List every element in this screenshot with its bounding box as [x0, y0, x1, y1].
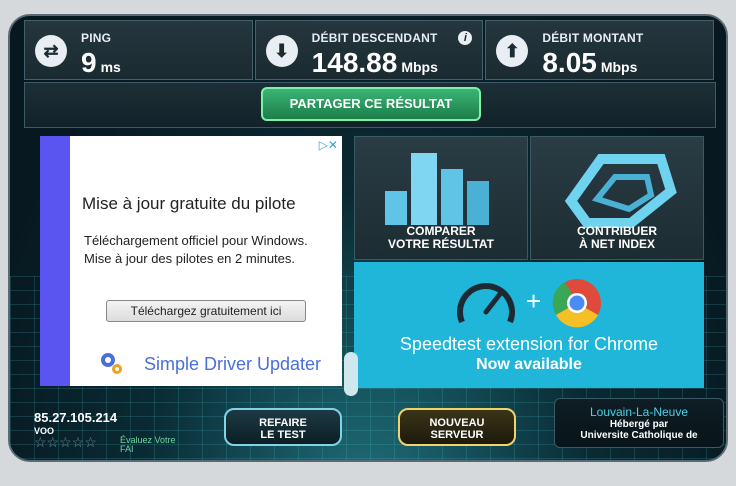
speedtest-panel: ⇄ PING 9 ms ⬇ DÉBIT DESCENDANT 148.88 Mbps… — [8, 14, 728, 462]
plus-icon: + — [526, 286, 542, 316]
newserver-line1: NOUVEAU — [429, 417, 485, 429]
ping-unit: ms — [100, 59, 121, 75]
upload-number: 8.05 — [542, 47, 597, 78]
bottom-bar: 85.27.105.214 VOO ☆☆☆☆☆ Évaluez Votre FA… — [24, 398, 724, 454]
bar-chart-icon — [385, 153, 489, 225]
contribute-tile[interactable]: CONTRIBUER À NET INDEX — [530, 136, 704, 260]
share-row: PARTAGER CE RÉSULTAT — [24, 82, 716, 128]
chrome-extension-banner[interactable]: + Speedtest extension for Chrome Now ava… — [354, 262, 704, 388]
gears-icon — [101, 353, 122, 374]
upload-value: 8.05 Mbps — [542, 47, 637, 79]
upload-result: ⬆ DÉBIT MONTANT 8.05 Mbps — [485, 20, 715, 80]
contribute-line2: À NET INDEX — [578, 237, 655, 251]
new-server-button[interactable]: NOUVEAU SERVEUR — [398, 408, 516, 446]
download-arrow-icon: ⬇ — [265, 35, 298, 67]
info-icon[interactable]: i — [458, 31, 473, 45]
rate-isp-link[interactable]: Évaluez Votre FAI — [120, 436, 176, 454]
ad-desc-line1: Téléchargement officiel pour Windows. — [84, 233, 308, 248]
ad-brand: Simple Driver Updater — [144, 354, 322, 374]
download-number: 148.88 — [311, 47, 398, 78]
ad-side-bar — [40, 136, 70, 386]
server-info: Louvain-La-Neuve Hébergé par Universite … — [554, 398, 724, 448]
download-result: ⬇ DÉBIT DESCENDANT 148.88 Mbps i — [254, 20, 484, 80]
ping-value: 9 ms — [81, 47, 121, 79]
retest-line2: LE TEST — [260, 429, 306, 441]
ping-number: 9 — [81, 47, 97, 78]
upload-unit: Mbps — [600, 59, 638, 75]
download-label: DÉBIT DESCENDANT — [311, 31, 438, 45]
download-value: 148.88 Mbps — [312, 47, 438, 79]
ad-desc-line2: Mise à jour des pilotes en 2 minutes. — [84, 251, 295, 266]
chrome-banner-subtitle: Now available — [476, 356, 582, 373]
contribute-label: CONTRIBUER À NET INDEX — [531, 225, 703, 251]
retest-button[interactable]: REFAIRE LE TEST — [224, 408, 342, 446]
retest-line1: REFAIRE — [259, 417, 307, 429]
newserver-line2: SERVEUR — [430, 429, 484, 441]
host-line1: Hébergé par — [609, 419, 669, 430]
ping-label: PING — [81, 31, 112, 45]
chrome-icon — [552, 279, 601, 328]
location-pin-icon — [344, 352, 358, 396]
server-host: Hébergé par Universite Catholique de — [555, 419, 723, 441]
ping-result: ⇄ PING 9 ms — [24, 20, 253, 80]
ad-description: Téléchargement officiel pour Windows. Mi… — [84, 232, 340, 268]
speedometer-icon — [457, 283, 515, 324]
host-line2: Universite Catholique de — [580, 430, 698, 441]
ad-download-button[interactable]: Téléchargez gratuitement ici — [106, 300, 306, 322]
results-bar: ⇄ PING 9 ms ⬇ DÉBIT DESCENDANT 148.88 Mbps… — [24, 20, 716, 80]
ip-address: 85.27.105.214 — [34, 410, 118, 425]
compare-line2: VOTRE RÉSULTAT — [388, 237, 494, 251]
ad-title[interactable]: Mise à jour gratuite du pilote — [82, 194, 338, 214]
compare-tile[interactable]: COMPARER VOTRE RÉSULTAT — [354, 136, 528, 260]
chrome-banner-title: Speedtest extension for Chrome — [399, 334, 659, 354]
net-index-icon — [564, 154, 677, 228]
ping-arrows-icon: ⇄ — [35, 35, 67, 67]
upload-arrow-icon: ⬆ — [496, 35, 529, 67]
rate-line2: FAI — [120, 444, 134, 454]
download-unit: Mbps — [401, 59, 438, 75]
isp-rating-stars[interactable]: ☆☆☆☆☆ — [34, 434, 97, 451]
share-result-button[interactable]: PARTAGER CE RÉSULTAT — [261, 87, 481, 121]
upload-label: DÉBIT MONTANT — [542, 31, 644, 45]
server-location: Louvain-La-Neuve — [589, 405, 689, 419]
compare-label: COMPARER VOTRE RÉSULTAT — [355, 225, 527, 251]
ad-choices-icon[interactable]: ▷✕ — [319, 138, 338, 152]
advertisement[interactable]: ▷✕ Mise à jour gratuite du pilote Téléch… — [40, 136, 342, 386]
